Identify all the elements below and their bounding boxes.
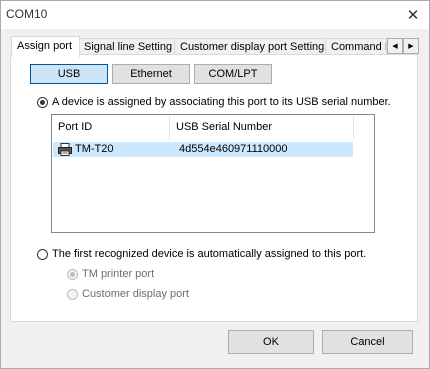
column-port-id[interactable]: Port ID xyxy=(52,115,170,140)
tab-strip: Assign port Signal line Setting Customer… xyxy=(11,36,421,57)
assign-by-serial-option[interactable]: A device is assigned by associating this… xyxy=(37,96,391,108)
cancel-button[interactable]: Cancel xyxy=(322,330,413,354)
column-usb-serial-number[interactable]: USB Serial Number xyxy=(170,115,354,140)
device-list-header: Port ID USB Serial Number xyxy=(52,115,374,140)
customer-display-port-label: Customer display port xyxy=(82,288,189,300)
usb-button[interactable]: USB xyxy=(30,64,108,84)
ethernet-button[interactable]: Ethernet xyxy=(112,64,190,84)
tm-printer-port-label: TM printer port xyxy=(82,268,155,280)
port-id-cell: TM-T20 xyxy=(75,143,114,155)
auto-assign-option[interactable]: The first recognized device is automatic… xyxy=(37,248,366,260)
auto-assign-label: The first recognized device is automatic… xyxy=(52,248,367,260)
auto-assign-radio[interactable] xyxy=(37,248,48,260)
window-title: COM10 xyxy=(6,7,48,21)
tab-scroll-right-icon[interactable]: ▶ xyxy=(403,38,419,54)
com-lpt-button[interactable]: COM/LPT xyxy=(194,64,272,84)
device-list[interactable]: Port ID USB Serial Number TM-T20 4d554e4… xyxy=(51,114,375,233)
assign-by-serial-radio[interactable] xyxy=(37,96,48,108)
tm-printer-port-radio[interactable] xyxy=(67,268,78,280)
title-bar: COM10 ✕ xyxy=(1,1,429,29)
printer-icon xyxy=(58,143,72,156)
close-icon[interactable]: ✕ xyxy=(403,5,423,25)
serial-number-cell: 4d554e460971110000 xyxy=(179,143,288,155)
ok-button[interactable]: OK xyxy=(228,330,314,354)
customer-display-port-radio[interactable] xyxy=(67,288,78,300)
tm-printer-port-option[interactable]: TM printer port xyxy=(67,268,154,280)
customer-display-port-option[interactable]: Customer display port xyxy=(67,288,189,300)
assign-by-serial-label: A device is assigned by associating this… xyxy=(52,96,391,108)
table-row[interactable]: TM-T20 4d554e460971110000 xyxy=(53,142,353,157)
tab-scroll-left-icon[interactable]: ◀ xyxy=(387,38,403,54)
tab-assign-port[interactable]: Assign port xyxy=(11,36,80,57)
